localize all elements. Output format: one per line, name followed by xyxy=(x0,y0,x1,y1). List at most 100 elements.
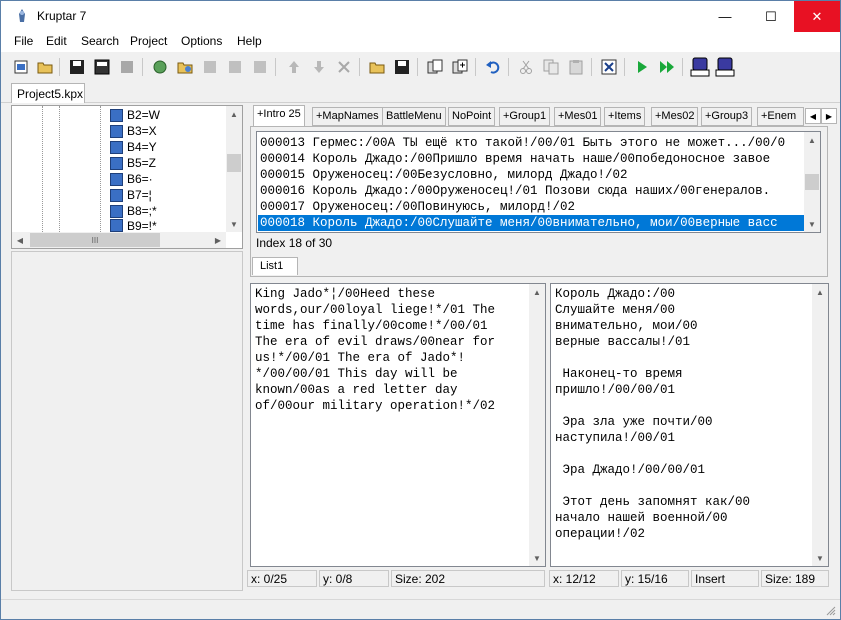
list-item[interactable]: 000017 Оруженосец:/00Повинуюсь, милорд!/… xyxy=(260,199,803,215)
menu-edit[interactable]: Edit xyxy=(46,34,67,48)
disabled-b-icon[interactable] xyxy=(224,56,246,78)
translation-editor-scrollbar[interactable]: ▲ ▼ xyxy=(812,284,828,566)
scroll-up-icon[interactable]: ▲ xyxy=(529,284,545,300)
scroll-down-icon[interactable]: ▼ xyxy=(804,216,820,232)
copy-icon[interactable] xyxy=(540,56,562,78)
tree-item[interactable]: B9=!* xyxy=(110,219,157,232)
tab-mes02[interactable]: +Mes02 xyxy=(651,107,699,126)
scroll-down-icon[interactable]: ▼ xyxy=(226,216,242,232)
tab-mapnames[interactable]: +MapNames xyxy=(312,107,383,126)
disabled-c-icon[interactable] xyxy=(249,56,271,78)
scroll-left-icon[interactable]: ◀ xyxy=(12,232,28,248)
tree-item-label: B4=Y xyxy=(127,140,157,154)
menu-help[interactable]: Help xyxy=(237,34,262,48)
translation-text-editor[interactable]: Король Джадо:/00 Слушайте меня/00 внимат… xyxy=(550,283,829,567)
text-size: Size: 202 xyxy=(391,570,545,587)
cut-icon[interactable] xyxy=(515,56,537,78)
original-text-editor[interactable]: King Jado*¦/00Heed these words,our/00loy… xyxy=(250,283,546,567)
delete-icon[interactable] xyxy=(333,56,355,78)
minimize-icon: — xyxy=(718,9,732,24)
tab-mes01[interactable]: +Mes01 xyxy=(554,107,602,126)
scroll-up-icon[interactable]: ▲ xyxy=(812,284,828,300)
resize-grip-icon[interactable] xyxy=(826,606,836,616)
tree-item[interactable]: B2=W xyxy=(110,107,160,123)
document-tab-strip: Project5.kpx xyxy=(1,81,840,103)
tab-group3[interactable]: +Group3 xyxy=(701,107,753,126)
disabled-a-icon[interactable] xyxy=(199,56,221,78)
scroll-thumb[interactable]: III xyxy=(30,233,160,247)
tree-item[interactable]: B6=· xyxy=(110,171,153,187)
open-icon[interactable] xyxy=(34,56,56,78)
tree-item[interactable]: B3=X xyxy=(110,123,157,139)
cursor-y: y: 0/8 xyxy=(319,570,389,587)
toolbar-separator xyxy=(359,58,360,76)
scroll-down-icon[interactable]: ▼ xyxy=(812,550,828,566)
run-icon[interactable] xyxy=(631,56,653,78)
tree-item[interactable]: B5=Z xyxy=(110,155,156,171)
move-up-icon[interactable] xyxy=(283,56,305,78)
tab-list1[interactable]: List1 xyxy=(252,257,298,275)
scroll-up-icon[interactable]: ▲ xyxy=(226,106,242,122)
tab-enem[interactable]: +Enem xyxy=(757,107,804,126)
maximize-button[interactable]: ☐ xyxy=(748,1,794,32)
move-down-icon[interactable] xyxy=(308,56,330,78)
disk-b-icon[interactable] xyxy=(449,56,471,78)
toolbar-separator xyxy=(475,58,476,76)
tree-item[interactable]: B7=¦ xyxy=(110,187,152,203)
toolbar-separator xyxy=(624,58,625,76)
menu-search[interactable]: Search xyxy=(81,34,119,48)
save-all-icon[interactable] xyxy=(91,56,113,78)
tab-intro[interactable]: +Intro 25 xyxy=(253,105,305,127)
menu-file[interactable]: File xyxy=(14,34,33,48)
open-file-icon[interactable] xyxy=(366,56,388,78)
tree-horizontal-scrollbar[interactable]: ◀ III ▶ xyxy=(12,232,226,248)
tree-item-label: B3=X xyxy=(127,124,157,138)
list-item[interactable]: 000014 Король Джадо:/00Пришло время нача… xyxy=(260,151,803,167)
tab-nopoint[interactable]: NoPoint xyxy=(448,107,496,126)
insert-icon[interactable] xyxy=(689,56,711,78)
clear-icon[interactable] xyxy=(598,56,620,78)
list-vertical-scrollbar[interactable]: ▲ ▼ xyxy=(804,132,820,232)
menu-options[interactable]: Options xyxy=(181,34,222,48)
add-list-icon[interactable] xyxy=(174,56,196,78)
tab-project5[interactable]: Project5.kpx xyxy=(11,83,85,103)
minimize-button[interactable]: — xyxy=(702,1,748,32)
toolbar-separator xyxy=(275,58,276,76)
tree-item[interactable]: B8=;* xyxy=(110,203,157,219)
list-item[interactable]: 000016 Король Джадо:/00Оруженосец!/01 По… xyxy=(260,183,803,199)
run-all-icon[interactable] xyxy=(656,56,678,78)
tabs-scroll-right-icon[interactable]: ▶ xyxy=(821,108,837,124)
list-item-selected[interactable]: 000018 Король Джадо:/00Слушайте меня/00в… xyxy=(258,215,805,231)
tab-items[interactable]: +Items xyxy=(604,107,646,126)
undo-icon[interactable] xyxy=(482,56,504,78)
toolbar-separator xyxy=(417,58,418,76)
tree-item[interactable]: B4=Y xyxy=(110,139,157,155)
close-project-icon[interactable] xyxy=(116,56,138,78)
save-file-icon[interactable] xyxy=(391,56,413,78)
message-list[interactable]: 000013 Гермес:/00А ТЫ ещё кто такой!/00/… xyxy=(256,131,821,233)
list-item[interactable]: 000013 Гермес:/00А ТЫ ещё кто такой!/00/… xyxy=(260,135,803,151)
tree-vertical-scrollbar[interactable]: ▲ ▼ xyxy=(226,106,242,232)
output-icon[interactable] xyxy=(714,56,736,78)
list-item[interactable]: 000015 Оруженосец:/00Безусловно, милорд … xyxy=(260,167,803,183)
menu-project[interactable]: Project xyxy=(130,34,167,48)
tab-battlemenu[interactable]: BattleMenu xyxy=(382,107,446,126)
toolbar-separator xyxy=(682,58,683,76)
scroll-right-icon[interactable]: ▶ xyxy=(210,232,226,248)
disk-a-icon[interactable] xyxy=(424,56,446,78)
scroll-thumb[interactable] xyxy=(227,154,241,172)
new-project-icon[interactable] xyxy=(10,56,32,78)
paste-icon[interactable] xyxy=(565,56,587,78)
add-group-icon[interactable] xyxy=(149,56,171,78)
text-size: Size: 189 xyxy=(761,570,829,587)
tab-group1[interactable]: +Group1 xyxy=(499,107,551,126)
scroll-grip: III xyxy=(91,235,99,245)
scroll-down-icon[interactable]: ▼ xyxy=(529,550,545,566)
close-button[interactable]: ✕ xyxy=(794,1,840,32)
tabs-scroll-left-icon[interactable]: ◀ xyxy=(805,108,821,124)
scroll-thumb[interactable] xyxy=(805,174,819,190)
original-editor-scrollbar[interactable]: ▲ ▼ xyxy=(529,284,545,566)
save-icon[interactable] xyxy=(66,56,88,78)
tree-guide-line xyxy=(42,106,43,232)
scroll-up-icon[interactable]: ▲ xyxy=(804,132,820,148)
